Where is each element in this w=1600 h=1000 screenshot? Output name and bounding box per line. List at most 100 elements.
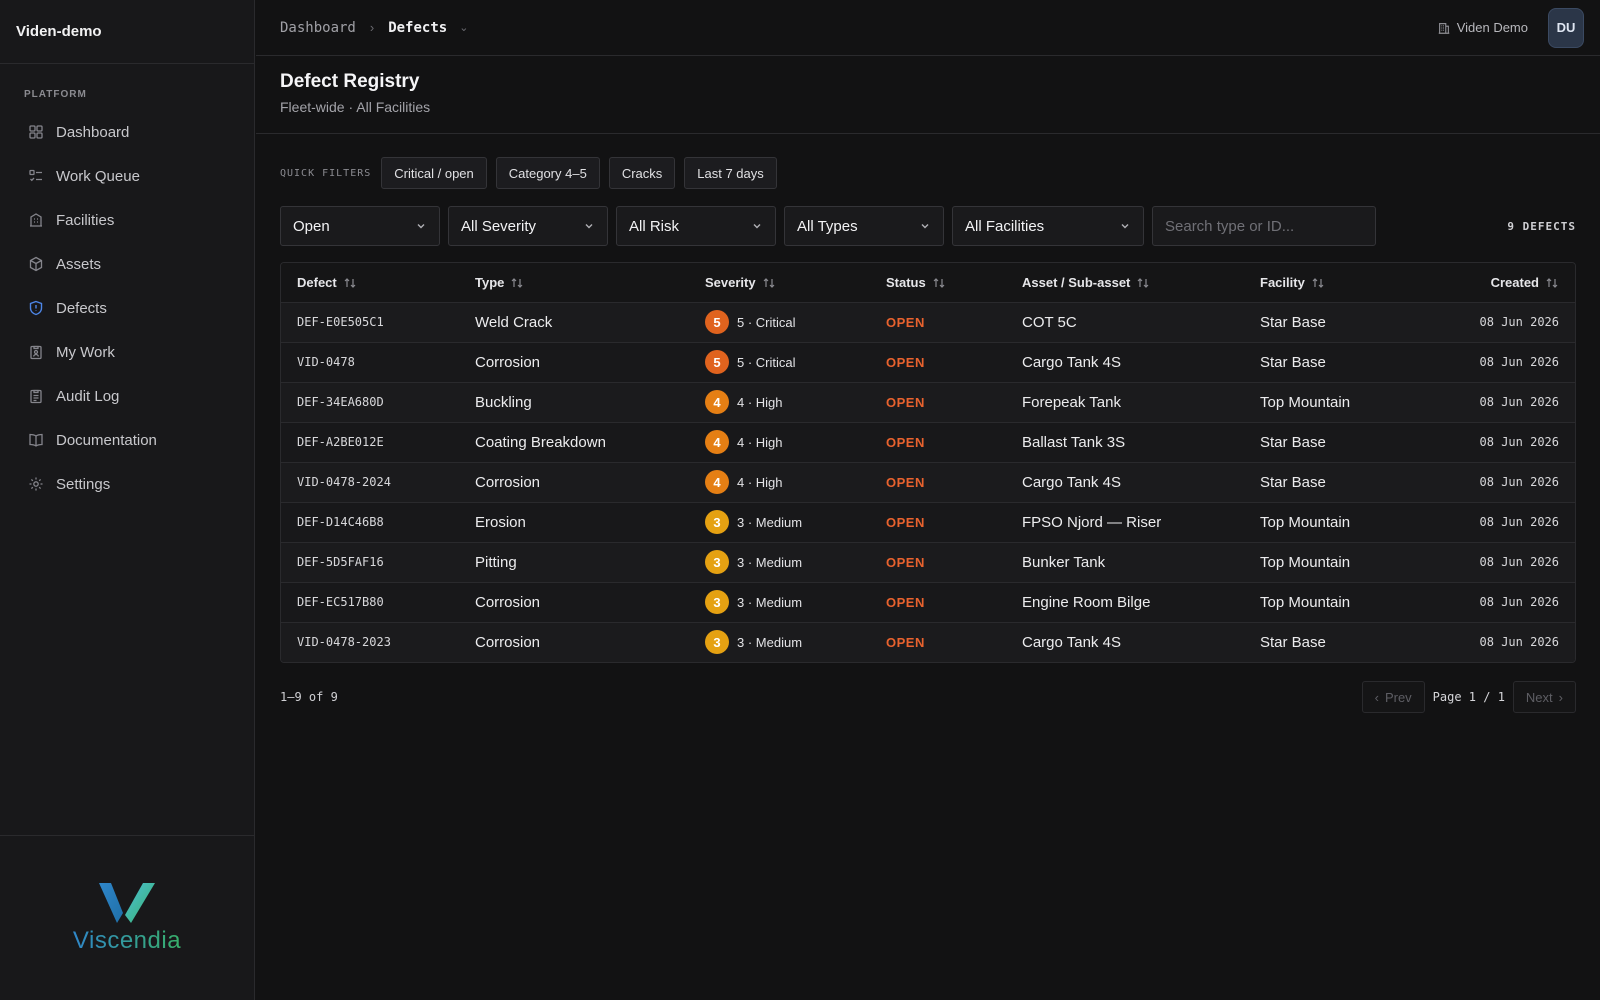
defect-asset: Cargo Tank 4S xyxy=(1006,341,1244,382)
defect-id[interactable]: DEF-E0E505C1 xyxy=(281,301,459,342)
defect-facility: Star Base xyxy=(1244,461,1414,502)
severity-badge: 5 xyxy=(705,310,729,334)
sidebar-item-assets[interactable]: Assets xyxy=(0,242,254,286)
sidebar-item-label: Audit Log xyxy=(56,387,120,405)
sidebar-item-facilities[interactable]: Facilities xyxy=(0,198,254,242)
status-badge: OPEN xyxy=(870,461,1006,502)
org-switcher[interactable]: Viden-demo xyxy=(0,0,254,64)
nav-section-label: PLATFORM xyxy=(24,89,87,100)
sidebar-item-label: Defects xyxy=(56,299,107,317)
defect-created: 08 Jun 2026 xyxy=(1414,581,1575,622)
col-header-severity[interactable]: Severity xyxy=(689,263,870,302)
status-select[interactable]: Open xyxy=(280,206,440,246)
avatar[interactable]: DU xyxy=(1548,7,1584,48)
col-header-facility[interactable]: Facility xyxy=(1244,263,1414,302)
building-icon xyxy=(1438,22,1449,34)
defect-type: Coating Breakdown xyxy=(459,421,689,462)
defect-id[interactable]: VID-0478-2024 xyxy=(281,461,459,502)
table-row[interactable]: VID-0478-2023 Corrosion 3 3 · Medium OPEN… xyxy=(281,621,1575,662)
quick-filter-last-7-days[interactable]: Last 7 days xyxy=(684,157,777,189)
defect-facility: Top Mountain xyxy=(1244,541,1414,582)
sort-icon xyxy=(511,277,523,288)
table-row[interactable]: DEF-A2BE012E Coating Breakdown 4 4 · High… xyxy=(281,421,1575,462)
defect-type: Erosion xyxy=(459,501,689,542)
table-row[interactable]: VID-0478 Corrosion 5 5 · Critical OPEN Ca… xyxy=(281,341,1575,382)
defect-severity: 3 3 · Medium xyxy=(689,581,870,622)
page-header: Defect Registry Fleet-wide · All Facilit… xyxy=(256,56,1600,134)
severity-label: 3 · Medium xyxy=(737,634,803,650)
grid-icon xyxy=(28,124,44,140)
col-header-defect[interactable]: Defect xyxy=(281,263,459,302)
next-page-button[interactable]: Next › xyxy=(1512,681,1576,713)
defect-severity: 5 5 · Critical xyxy=(689,341,870,382)
defect-facility: Top Mountain xyxy=(1244,381,1414,422)
sidebar-item-audit-log[interactable]: Audit Log xyxy=(0,374,254,418)
breadcrumb-dashboard[interactable]: Dashboard xyxy=(280,20,356,36)
defect-id[interactable]: VID-0478-2023 xyxy=(281,621,459,662)
defect-type: Corrosion xyxy=(459,461,689,502)
col-header-status[interactable]: Status xyxy=(870,263,1006,302)
severity-select-value: All Severity xyxy=(461,217,537,235)
book-icon xyxy=(28,432,44,448)
risk-select[interactable]: All Risk xyxy=(616,206,776,246)
sidebar-item-label: Settings xyxy=(56,475,111,493)
sidebar-item-label: Facilities xyxy=(56,211,115,229)
chevron-down-icon xyxy=(753,224,761,229)
quick-filter-category[interactable]: Category 4–5 xyxy=(495,157,600,189)
chevron-right-icon: › xyxy=(369,20,375,35)
table-row[interactable]: DEF-5D5FAF16 Pitting 3 3 · Medium OPEN Bu… xyxy=(281,541,1575,582)
quick-filters: QUICK FILTERS Critical / open Category 4… xyxy=(280,156,1576,190)
quick-filter-cracks[interactable]: Cracks xyxy=(608,157,676,189)
defect-id[interactable]: DEF-A2BE012E xyxy=(281,421,459,462)
sidebar-item-label: Dashboard xyxy=(56,123,130,141)
defect-created: 08 Jun 2026 xyxy=(1414,421,1575,462)
sidebar-item-dashboard[interactable]: Dashboard xyxy=(0,110,254,154)
defect-id[interactable]: DEF-34EA680D xyxy=(281,381,459,422)
severity-label: 3 · Medium xyxy=(737,594,803,610)
defect-created: 08 Jun 2026 xyxy=(1414,461,1575,502)
sidebar-item-defects[interactable]: Defects xyxy=(0,286,254,330)
col-header-created[interactable]: Created xyxy=(1414,263,1575,302)
severity-select[interactable]: All Severity xyxy=(448,206,608,246)
defect-id[interactable]: VID-0478 xyxy=(281,341,459,382)
status-badge: OPEN xyxy=(870,381,1006,422)
pagination: 1–9 of 9 ‹ Prev Page 1 / 1 Next › xyxy=(280,681,1576,713)
tenant-switcher[interactable]: Viden Demo xyxy=(1437,20,1528,35)
table-row[interactable]: VID-0478-2024 Corrosion 4 4 · High OPEN C… xyxy=(281,461,1575,502)
result-range: 1–9 of 9 xyxy=(280,690,338,704)
chevron-down-icon[interactable]: ⌄ xyxy=(459,21,468,34)
defect-type: Weld Crack xyxy=(459,301,689,342)
col-header-asset[interactable]: Asset / Sub-asset xyxy=(1006,263,1244,302)
sidebar-item-settings[interactable]: Settings xyxy=(0,462,254,506)
severity-badge: 3 xyxy=(705,630,729,655)
topbar: Dashboard › Defects ⌄ Viden Demo DU xyxy=(256,0,1600,56)
defect-asset: Cargo Tank 4S xyxy=(1006,461,1244,502)
quick-filter-critical-open[interactable]: Critical / open xyxy=(381,157,487,189)
table-row[interactable]: DEF-34EA680D Buckling 4 4 · High OPEN For… xyxy=(281,381,1575,422)
table-row[interactable]: DEF-E0E505C1 Weld Crack 5 5 · Critical OP… xyxy=(281,301,1575,342)
table-row[interactable]: DEF-D14C46B8 Erosion 3 3 · Medium OPEN FP… xyxy=(281,501,1575,542)
defect-asset: COT 5C xyxy=(1006,301,1244,342)
defect-asset: Ballast Tank 3S xyxy=(1006,421,1244,462)
nav-section-platform: PLATFORM Dashboard Work Queue Facilities… xyxy=(0,64,254,506)
sidebar-item-work-queue[interactable]: Work Queue xyxy=(0,154,254,198)
sidebar-item-label: Documentation xyxy=(56,431,157,449)
facility-select[interactable]: All Facilities xyxy=(952,206,1144,246)
defect-severity: 4 4 · High xyxy=(689,421,870,462)
sidebar-item-label: My Work xyxy=(56,343,115,361)
brand-name: Viscendia xyxy=(72,927,182,954)
sidebar-item-my-work[interactable]: My Work xyxy=(0,330,254,374)
defect-severity: 3 3 · Medium xyxy=(689,501,870,542)
prev-page-button[interactable]: ‹ Prev xyxy=(1361,681,1425,713)
defect-created: 08 Jun 2026 xyxy=(1414,541,1575,582)
col-header-type[interactable]: Type xyxy=(459,263,689,302)
defect-asset: Engine Room Bilge xyxy=(1006,581,1244,622)
type-select[interactable]: All Types xyxy=(784,206,944,246)
box-icon xyxy=(28,256,44,272)
defect-id[interactable]: DEF-EC517B80 xyxy=(281,581,459,622)
table-row[interactable]: DEF-EC517B80 Corrosion 33 · Medium OPEN … xyxy=(281,581,1575,622)
defect-id[interactable]: DEF-5D5FAF16 xyxy=(281,541,459,582)
sidebar-item-documentation[interactable]: Documentation xyxy=(0,418,254,462)
search-input[interactable] xyxy=(1152,206,1376,246)
defect-id[interactable]: DEF-D14C46B8 xyxy=(281,501,459,542)
